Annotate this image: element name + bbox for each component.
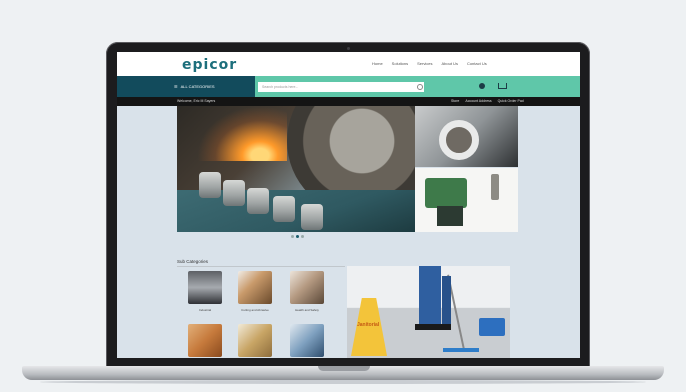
welcome-text: Welcome, Eric M Sayers (177, 99, 216, 103)
carousel-dots (291, 235, 304, 238)
store-link[interactable]: Store (451, 99, 459, 103)
category-tile-industrial[interactable] (188, 271, 222, 304)
nav-solutions[interactable]: Solutions (392, 61, 408, 66)
part-cylinder (223, 180, 245, 206)
nav-about[interactable]: About Us (441, 61, 457, 66)
account-links: Store Account Address Quick Order Pad (451, 99, 524, 103)
main-nav: Home Solutions Services About Us Contact… (372, 61, 487, 66)
tool-part-image (491, 174, 499, 200)
site-logo[interactable]: epicor (182, 57, 237, 73)
nav-contact[interactable]: Contact Us (467, 61, 487, 66)
carousel-dot[interactable] (301, 235, 304, 238)
category-label[interactable]: Cutting and Abrasive (230, 308, 280, 312)
cart-icon[interactable] (498, 83, 507, 89)
part-cylinder (247, 188, 269, 214)
category-tile-safety[interactable] (290, 271, 324, 304)
carousel-dot-active[interactable] (296, 235, 299, 238)
category-tile-4[interactable] (188, 324, 222, 357)
menu-icon: ☰ (174, 84, 178, 89)
promo-sign-text: Janitorial (357, 322, 380, 328)
category-label[interactable]: Industrial (180, 308, 230, 312)
sub-categories-title: Sub Categories (177, 259, 209, 264)
machine-image (425, 178, 467, 208)
webcam-icon (347, 47, 350, 50)
cutting-ring-image (439, 120, 479, 160)
category-tile-cutting[interactable] (238, 271, 272, 304)
sparks-image (197, 106, 287, 161)
category-tile-5[interactable] (238, 324, 272, 357)
bucket-image (479, 318, 505, 336)
category-label[interactable]: Health and Safety (282, 308, 332, 312)
hero-side-tile-machine[interactable] (415, 168, 518, 232)
nav-home[interactable]: Home (372, 61, 383, 66)
worker-image (419, 266, 441, 328)
part-cylinder (273, 196, 295, 222)
worker-shoes (415, 324, 451, 330)
all-categories-label: ALL CATEGORIES (180, 84, 215, 89)
machine-base-image (437, 206, 463, 226)
laptop-notch (318, 366, 370, 371)
nav-services[interactable]: Services (417, 61, 432, 66)
laptop-shadow (40, 380, 646, 384)
janitorial-promo-banner[interactable]: Janitorial (347, 266, 510, 358)
quick-order-link[interactable]: Quick Order Pad (498, 99, 524, 103)
part-cylinder (301, 204, 323, 230)
search-icon[interactable] (417, 84, 423, 90)
carousel-dot[interactable] (291, 235, 294, 238)
search-input[interactable]: Search products here... (258, 82, 424, 92)
mop-image (443, 348, 479, 352)
part-cylinder (199, 172, 221, 198)
user-icon[interactable] (479, 83, 485, 89)
hero-banner-grinding[interactable] (177, 106, 415, 232)
divider (177, 266, 345, 267)
laptop-screen: epicor Home Solutions Services About Us … (117, 52, 580, 358)
marketing-stage: epicor Home Solutions Services About Us … (0, 0, 686, 392)
category-tile-6[interactable] (290, 324, 324, 357)
all-categories-button[interactable]: ☰ ALL CATEGORIES (117, 76, 255, 97)
account-address-link[interactable]: Account Address (465, 99, 491, 103)
hero-side-tile-disc[interactable] (415, 106, 518, 167)
worker-image (442, 276, 451, 328)
